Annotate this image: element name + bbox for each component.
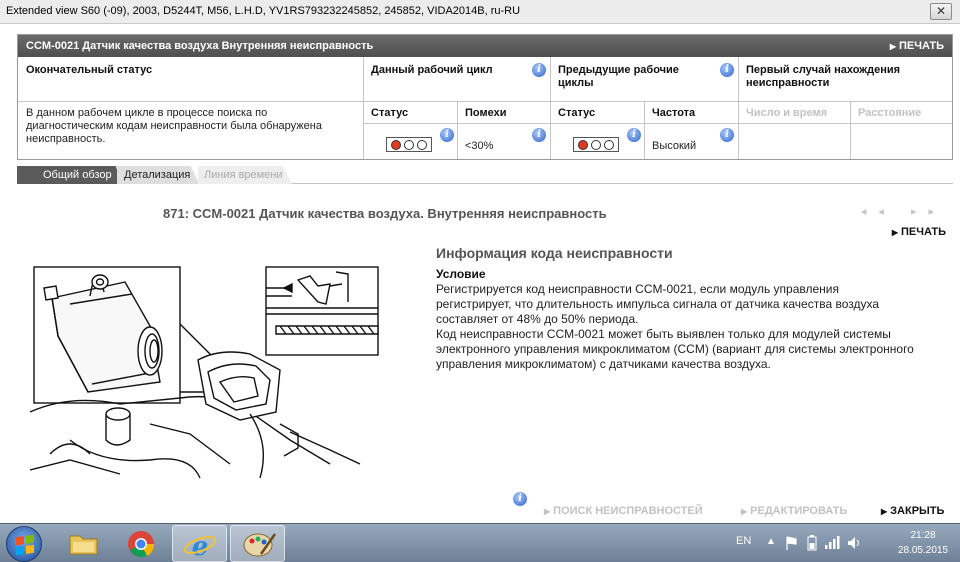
current-cycle-header-cell: Данный рабочий цикл i — [364, 57, 551, 102]
info-icon[interactable]: i — [720, 63, 734, 77]
empty-light-icon — [590, 139, 601, 150]
distance-value-cell — [851, 124, 952, 159]
tab-details[interactable]: Детализация — [117, 166, 199, 184]
status-lights — [386, 137, 432, 152]
start-button[interactable] — [6, 526, 42, 562]
status-label: Статус — [371, 107, 409, 119]
view-tabs: Общий обзор Детализация Линия времени — [17, 166, 953, 184]
dtc-status-panel: CCM-0021 Датчик качества воздуха Внутрен… — [17, 34, 953, 160]
previous-status-value-cell: i — [551, 124, 645, 159]
info-icon[interactable]: i — [440, 128, 454, 142]
print-label: ПЕЧАТЬ — [899, 40, 944, 52]
status-subheader-cell: Статус — [364, 102, 458, 124]
red-light-icon — [578, 139, 589, 150]
dtc-title: CCM-0021 Датчик качества воздуха Внутрен… — [26, 40, 374, 52]
arrow-right-icon: ▶ — [881, 507, 888, 516]
first-occurrence-header-cell: Первый случай нахождения неисправности — [739, 57, 952, 102]
close-window-button[interactable]: ✕ — [930, 3, 952, 20]
previous-cycles-header-cell: Предыдущие рабочие циклы i — [551, 57, 739, 102]
window-titlebar: Extended view S60 (-09), 2003, D5244T, M… — [0, 0, 960, 24]
frequency-value: Высокий — [652, 140, 697, 152]
first-occurrence-label: Первый случай нахождения неисправности — [746, 64, 901, 89]
dtc-info-title: Информация кода неисправности — [436, 245, 673, 261]
status-subheader-cell-2: Статус — [551, 102, 645, 124]
print-button[interactable]: ▶ ПЕЧАТЬ — [890, 40, 944, 52]
interference-label: Помехи — [465, 107, 507, 119]
page-nav-arrows[interactable]: ◂◂ ▸▸ — [861, 205, 946, 218]
tab-overview[interactable]: Общий обзор — [17, 166, 122, 184]
arrow-right-icon: ▶ — [891, 228, 898, 237]
status-label: Статус — [558, 107, 596, 119]
final-status-header-cell: Окончательный статус — [18, 57, 364, 102]
arrow-right-icon: ▶ — [889, 42, 896, 51]
interference-value-cell: <30% i — [458, 124, 551, 159]
edit-button[interactable]: ▶ РЕДАКТИРОВАТЬ — [741, 505, 847, 517]
interference-subheader-cell: Помехи — [458, 102, 551, 124]
previous-cycles-label: Предыдущие рабочие циклы — [558, 64, 679, 89]
print-label: ПЕЧАТЬ — [901, 226, 946, 238]
frequency-value-cell: Высокий i — [645, 124, 739, 159]
info-icon[interactable]: i — [532, 63, 546, 77]
current-status-value-cell: i — [364, 124, 458, 159]
clock-time[interactable]: 21:28 — [898, 530, 948, 541]
number-time-subheader-cell: Число и время — [739, 102, 851, 124]
ie-taskbar-button[interactable]: e — [172, 525, 227, 562]
info-icon[interactable]: i — [720, 128, 734, 142]
edit-label: РЕДАКТИРОВАТЬ — [750, 505, 848, 517]
air-quality-sensor-illustration — [30, 266, 379, 479]
condition-heading: Условие — [436, 267, 486, 281]
folder-icon — [69, 535, 98, 555]
info-icon[interactable]: i — [627, 128, 641, 142]
chrome-icon — [128, 531, 155, 558]
internet-explorer-icon: e — [183, 532, 217, 562]
frequency-subheader-cell: Частота — [645, 102, 739, 124]
vida-taskbar-button[interactable] — [230, 525, 285, 562]
red-light-icon — [391, 139, 402, 150]
current-cycle-label: Данный рабочий цикл — [371, 64, 493, 76]
empty-light-icon — [416, 139, 427, 150]
status-lights — [573, 137, 619, 152]
close-label: ЗАКРЫТЬ — [890, 505, 945, 517]
arrow-right-icon: ▶ — [544, 507, 551, 516]
language-indicator[interactable]: EN — [736, 535, 751, 547]
dtc-header-bar: CCM-0021 Датчик качества воздуха Внутрен… — [18, 35, 952, 57]
info-icon[interactable]: i — [513, 492, 527, 506]
description-cell: В данном рабочем цикле в процессе поиска… — [18, 102, 364, 159]
troubleshoot-button[interactable]: ▶ ПОИСК НЕИСПРАВНОСТЕЙ — [544, 505, 703, 517]
frequency-label: Частота — [652, 107, 696, 119]
print-button-2[interactable]: ▶ ПЕЧАТЬ — [892, 226, 946, 238]
paint-palette-icon — [243, 533, 277, 557]
number-time-value-cell — [739, 124, 851, 159]
taskbar: e EN ▲ 21:28 28.05.2015 — [0, 523, 960, 562]
tab-timeline[interactable]: Линия времени — [198, 166, 292, 184]
empty-light-icon — [603, 139, 614, 150]
chrome-taskbar-button[interactable] — [114, 525, 169, 562]
arrow-right-icon: ▶ — [741, 507, 748, 516]
show-hidden-icons-icon[interactable]: ▲ — [766, 536, 776, 547]
network-signal-icon[interactable] — [824, 534, 840, 550]
window-title: Extended view S60 (-09), 2003, D5244T, M… — [6, 5, 521, 17]
action-center-flag-icon[interactable] — [784, 535, 798, 551]
empty-light-icon — [403, 139, 414, 150]
battery-icon[interactable] — [806, 534, 818, 552]
windows-logo-icon — [16, 534, 34, 556]
distance-subheader-cell: Расстояние — [851, 102, 952, 124]
info-icon[interactable]: i — [532, 128, 546, 142]
close-button[interactable]: ▶ ЗАКРЫТЬ — [881, 505, 944, 517]
explorer-taskbar-button[interactable] — [56, 525, 111, 562]
troubleshoot-label: ПОИСК НЕИСПРАВНОСТЕЙ — [553, 505, 703, 517]
distance-label: Расстояние — [858, 107, 922, 119]
final-status-label: Окончательный статус — [26, 64, 153, 76]
dtc-description: В данном рабочем цикле в процессе поиска… — [26, 107, 322, 145]
dtc-detail-title: 871: CCM-0021 Датчик качества воздуха. В… — [163, 206, 607, 221]
interference-value: <30% — [465, 140, 494, 152]
volume-icon[interactable] — [846, 535, 862, 551]
condition-text: Регистрируется код неисправности CCM-002… — [436, 282, 914, 371]
clock-date[interactable]: 28.05.2015 — [892, 545, 954, 556]
number-time-label: Число и время — [746, 107, 828, 119]
